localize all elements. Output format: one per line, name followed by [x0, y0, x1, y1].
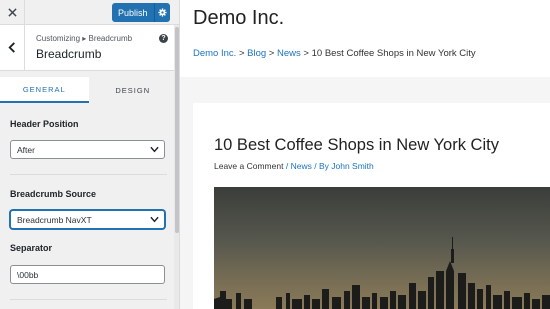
sidebar-scroll-thumb[interactable]: [175, 27, 179, 233]
breadcrumb-blog-link[interactable]: Blog: [247, 48, 266, 59]
post-meta: Leave a Comment / News / By John Smith: [214, 161, 374, 171]
publish-button[interactable]: Publish: [112, 3, 170, 22]
category-link[interactable]: News: [291, 161, 312, 171]
back-button[interactable]: [0, 25, 25, 70]
breadcrumb-source-value: Breadcrumb NavXT: [17, 214, 92, 225]
breadcrumb-source-label: Breadcrumb Source: [10, 189, 97, 199]
chevron-down-icon: [150, 146, 159, 153]
divider: [10, 174, 167, 175]
section-title: Breadcrumb: [36, 47, 102, 61]
divider: [10, 299, 167, 300]
separator-label: Separator: [10, 243, 53, 253]
publish-label: Publish: [118, 7, 148, 18]
breadcrumb-news-link[interactable]: News: [277, 48, 301, 59]
breadcrumb: Demo Inc. > Blog > News > 10 Best Coffee…: [193, 48, 476, 59]
breadcrumb-separator: >: [268, 48, 275, 59]
comment-link[interactable]: Leave a Comment: [214, 161, 283, 171]
close-icon: [7, 8, 17, 17]
city-skyline-image: [214, 187, 550, 309]
tab-design[interactable]: DESIGN: [89, 77, 178, 103]
close-customizer-button[interactable]: [0, 0, 25, 25]
publish-settings-button[interactable]: [155, 8, 170, 17]
breadcrumb-separator: >: [303, 48, 309, 59]
panel-tabs: GENERAL DESIGN: [0, 77, 177, 103]
chevron-left-icon: [8, 42, 15, 53]
customizer-topbar: Publish: [0, 0, 179, 25]
breadcrumb-separator: >: [238, 48, 245, 59]
separator-input[interactable]: \00bb: [10, 265, 165, 284]
chevron-down-icon: [150, 216, 159, 223]
author-link[interactable]: John Smith: [331, 161, 374, 171]
site-header: Demo Inc. Demo Inc. > Blog > News > 10 B…: [180, 0, 550, 77]
section-path: Customizing ▸ Breadcrumb: [36, 34, 133, 43]
site-preview: Demo Inc. Demo Inc. > Blog > News > 10 B…: [180, 0, 550, 309]
breadcrumb-home-link[interactable]: Demo Inc.: [193, 48, 236, 59]
tab-general[interactable]: GENERAL: [0, 77, 89, 103]
header-position-value: After: [17, 144, 35, 155]
help-icon[interactable]: ?: [159, 34, 168, 43]
separator-value: \00bb: [17, 269, 39, 280]
section-header: Customizing ▸ Breadcrumb Breadcrumb ?: [0, 25, 177, 71]
site-title[interactable]: Demo Inc.: [193, 7, 284, 30]
post-title[interactable]: 10 Best Coffee Shops in New York City: [214, 136, 499, 155]
settings-panel: Header Position After Breadcrumb Source …: [0, 103, 177, 309]
meta-separator: /: [285, 161, 289, 171]
breadcrumb-current: 10 Best Coffee Shops in New York City: [311, 48, 476, 59]
header-position-select[interactable]: After: [10, 140, 165, 159]
breadcrumb-source-select[interactable]: Breadcrumb NavXT: [10, 210, 165, 229]
featured-image: [214, 187, 550, 309]
meta-separator: / By: [314, 161, 329, 171]
customizer-sidebar: Publish Customizing ▸ Breadcrumb Breadcr…: [0, 0, 180, 309]
header-position-label: Header Position: [10, 119, 79, 129]
post-content: 10 Best Coffee Shops in New York City Le…: [193, 103, 550, 309]
gear-icon: [158, 8, 167, 17]
